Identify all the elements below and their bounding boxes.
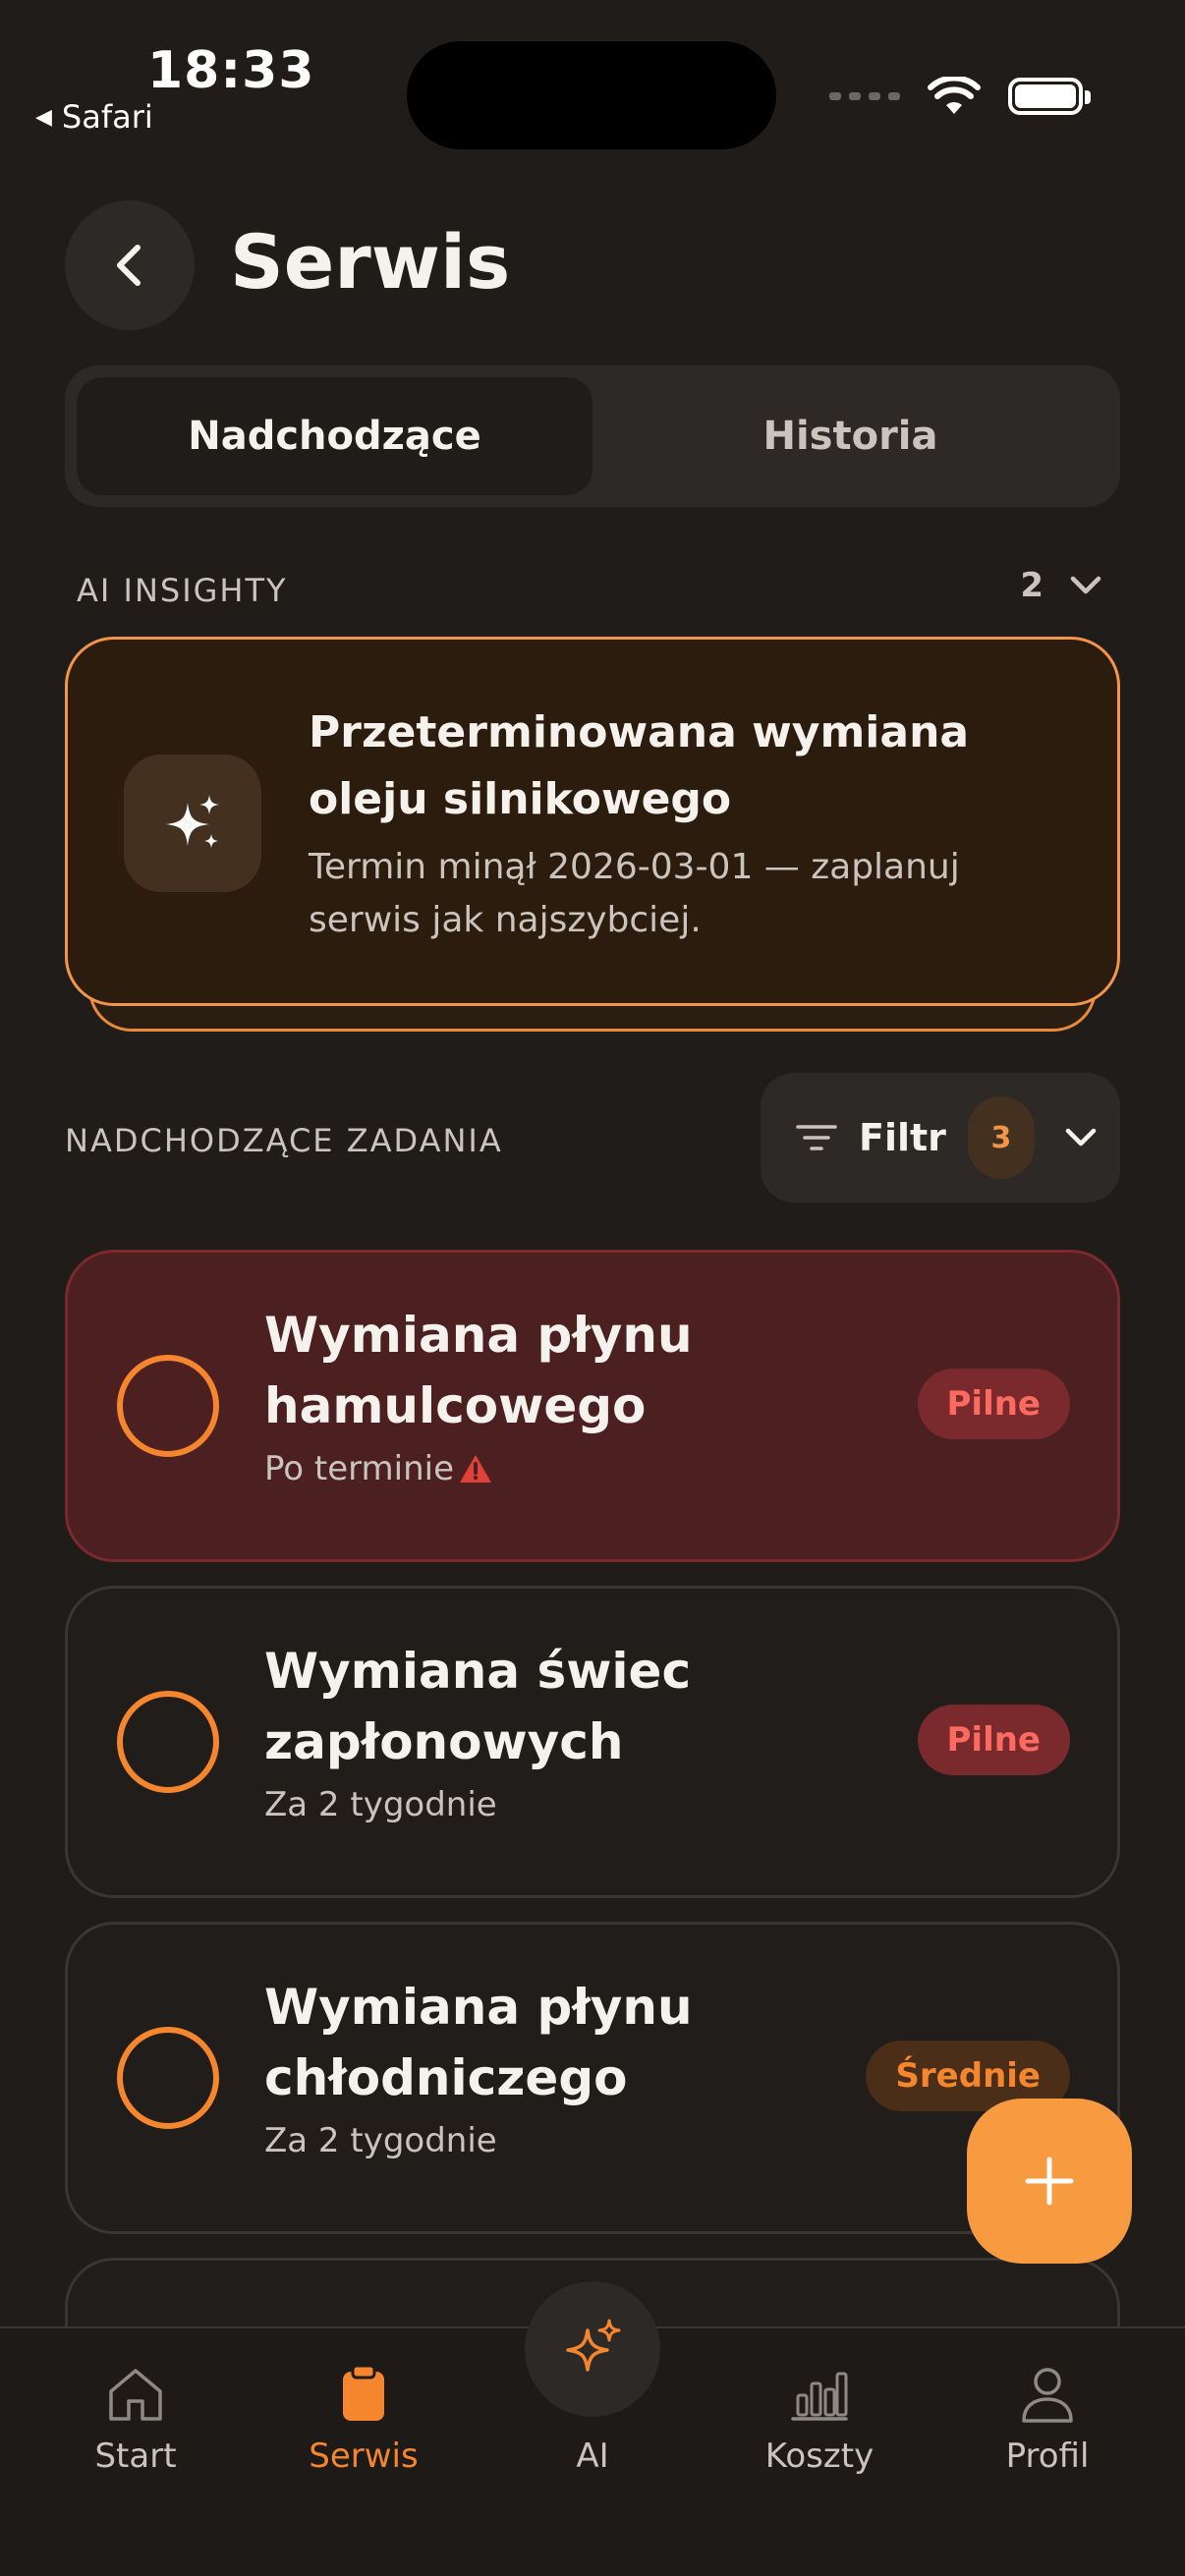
task-title: Wymiana świec zapłonowych: [264, 1643, 692, 1770]
status-time: 18:33: [147, 41, 315, 100]
priority-badge: Pilne: [917, 1369, 1070, 1439]
bar-chart-icon: [790, 2354, 849, 2423]
tab-label: Profil: [1005, 2436, 1090, 2476]
task-complete-checkbox[interactable]: [117, 1355, 219, 1457]
segmented-control: Nadchodzące Historia: [65, 365, 1120, 507]
filter-button[interactable]: Filtr 3: [761, 1073, 1120, 1203]
task-due-text: Za 2 tygodnie: [264, 1785, 497, 1824]
tab-bar-item-serwis[interactable]: Serwis: [265, 2354, 462, 2476]
task-due: Za 2 tygodnie: [264, 1785, 497, 1824]
ai-insights-label: AI INSIGHTY: [77, 572, 288, 609]
back-to-app-link[interactable]: ◀ Safari: [35, 98, 153, 136]
task-due-text: Za 2 tygodnie: [264, 2121, 497, 2160]
tab-bar-item-start[interactable]: Start: [37, 2354, 234, 2476]
chevron-down-icon: [1070, 576, 1101, 594]
back-app-label: Safari: [61, 98, 153, 136]
task-due: Za 2 tygodnie: [264, 2121, 497, 2160]
chevron-down-icon: [1065, 1128, 1097, 1147]
filter-label: Filtr: [859, 1116, 946, 1159]
sparkles-icon: [166, 795, 219, 848]
tab-history[interactable]: Historia: [592, 377, 1108, 495]
task-due: Po terminie: [264, 1449, 493, 1488]
tab-label: Serwis: [309, 2436, 419, 2476]
home-icon: [105, 2354, 166, 2423]
back-button[interactable]: [65, 200, 195, 330]
tab-label: Koszty: [764, 2436, 875, 2476]
filter-count-badge: 3: [967, 1096, 1035, 1179]
status-indicators: [829, 77, 1091, 116]
tab-bar-item-koszty[interactable]: Koszty: [721, 2354, 918, 2476]
priority-badge: Pilne: [917, 1705, 1070, 1775]
ai-insights-toggle[interactable]: 2: [1020, 566, 1102, 605]
tab-label: AI: [576, 2436, 609, 2476]
page-title: Serwis: [230, 218, 511, 306]
ai-insight-icon-box: [124, 755, 261, 892]
chevron-left-icon: [117, 245, 141, 286]
wifi-icon: [928, 77, 981, 114]
task-card[interactable]: Wymiana świec zapłonowych Za 2 tygodnie …: [65, 1586, 1120, 1898]
task-title: Wymiana płynu hamulcowego: [264, 1307, 693, 1434]
ai-insight-title: Przeterminowana wymiana oleju silnikoweg…: [309, 707, 970, 824]
tab-upcoming[interactable]: Nadchodzące: [77, 377, 592, 495]
ai-insight-description: Termin minął 2026-03-01 — zaplanuj serwi…: [309, 847, 960, 940]
tasks-section-label: NADCHODZĄCE ZADANIA: [65, 1122, 503, 1159]
signal-dots-icon: [829, 92, 900, 100]
back-triangle-icon: ◀: [35, 104, 52, 130]
battery-icon: [1008, 78, 1091, 115]
user-icon: [1020, 2354, 1075, 2423]
tab-bar-item-ai[interactable]: AI: [494, 2354, 691, 2476]
tab-label: Start: [94, 2436, 177, 2476]
task-card[interactable]: Wymiana płynu hamulcowego Po terminie Pi…: [65, 1250, 1120, 1562]
task-complete-checkbox[interactable]: [117, 2027, 219, 2129]
clipboard-icon: [341, 2354, 386, 2423]
plus-icon: [1025, 2156, 1074, 2206]
add-task-button[interactable]: [967, 2099, 1132, 2264]
ai-insights-count: 2: [1020, 566, 1044, 605]
task-title: Wymiana płynu chłodniczego: [264, 1979, 693, 2106]
task-due-text: Po terminie: [264, 1449, 455, 1488]
filter-icon: [796, 1125, 837, 1150]
warning-icon: [460, 1455, 492, 1483]
task-complete-checkbox[interactable]: [117, 1691, 219, 1793]
dynamic-island: [407, 41, 776, 149]
tab-bar-item-profil[interactable]: Profil: [949, 2354, 1146, 2476]
task-card[interactable]: Wymiana płynu chłodniczego Za 2 tygodnie…: [65, 1922, 1120, 2234]
